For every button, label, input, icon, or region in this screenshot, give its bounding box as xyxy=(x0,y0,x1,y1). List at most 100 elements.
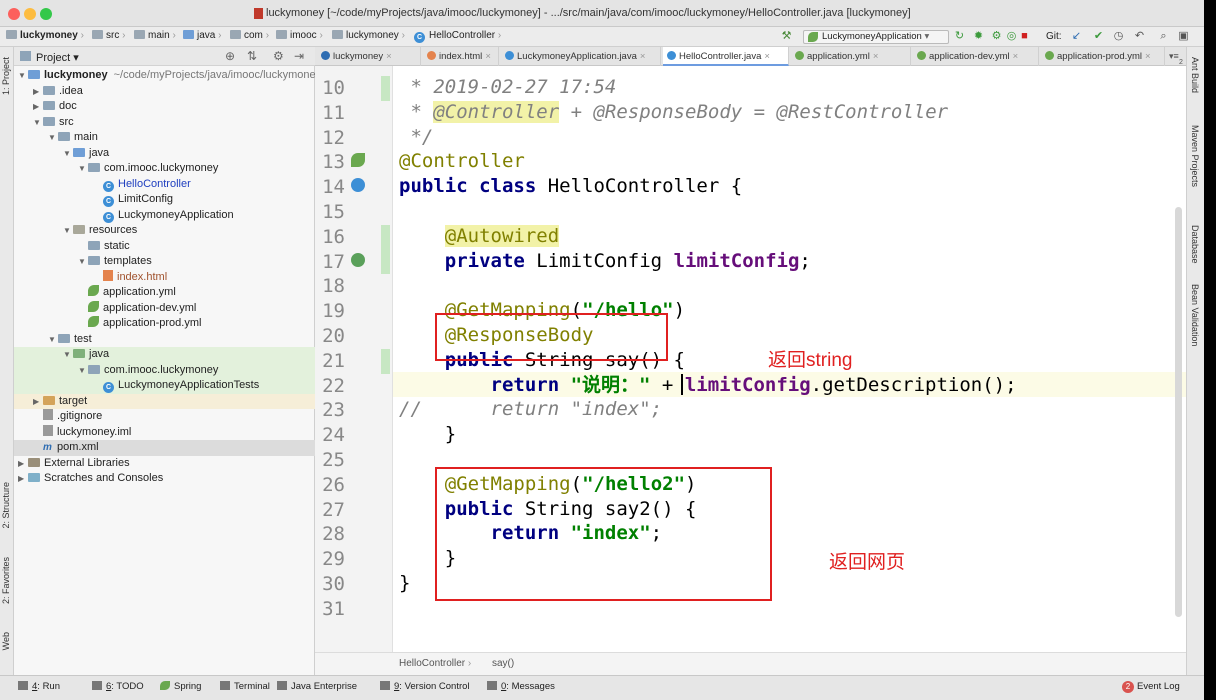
close-tab-icon[interactable]: × xyxy=(640,51,646,62)
editor-tab[interactable]: application-dev.yml × xyxy=(913,47,1039,66)
coverage-icon[interactable]: ⚙ xyxy=(990,30,1003,43)
tree-item[interactable]: ▼ test xyxy=(14,332,315,348)
tool-favorites[interactable]: 2: Favorites xyxy=(1,557,11,604)
expand-arrow-icon[interactable]: ▶ xyxy=(33,394,43,409)
crumb-imooc[interactable]: imooc › xyxy=(276,30,323,41)
collapse-all-icon[interactable]: ⇅ xyxy=(247,49,257,63)
tree-item[interactable]: ▼ templates xyxy=(14,254,315,270)
search-everywhere-icon[interactable]: ⌕ xyxy=(1157,30,1170,43)
code-line[interactable]: private LimitConfig limitConfig; xyxy=(399,249,811,274)
tool-bean-validation[interactable]: Bean Validation xyxy=(1190,284,1200,346)
tree-item[interactable]: application-prod.yml xyxy=(14,316,315,332)
editor-tab[interactable]: HelloController.java × xyxy=(663,47,789,66)
expand-arrow-icon[interactable]: ▼ xyxy=(63,347,73,362)
tree-item[interactable]: index.html xyxy=(14,269,315,286)
git-history-icon[interactable]: ◷ xyxy=(1112,30,1125,43)
expand-arrow-icon[interactable]: ▼ xyxy=(63,223,73,238)
spring-class-icon[interactable] xyxy=(351,178,365,193)
tool-structure[interactable]: 2: Structure xyxy=(1,482,11,529)
tree-item[interactable]: .gitignore xyxy=(14,409,315,425)
locate-target-icon[interactable]: ⊕ xyxy=(225,49,235,63)
expand-arrow-icon[interactable]: ▼ xyxy=(18,68,28,83)
editor-scrollbar[interactable] xyxy=(1175,207,1182,617)
tool-web[interactable]: Web xyxy=(1,632,11,650)
hammer-build-icon[interactable]: ⚒ xyxy=(780,30,793,43)
expand-arrow-icon[interactable]: ▼ xyxy=(48,332,58,347)
expand-arrow-icon[interactable]: ▼ xyxy=(78,363,88,378)
close-tab-icon[interactable]: × xyxy=(1145,51,1151,62)
tree-item[interactable]: m pom.xml xyxy=(14,440,315,456)
rerun-icon[interactable]: ↻ xyxy=(953,30,966,43)
tool-project[interactable]: 1: Project xyxy=(1,57,11,95)
tool-database[interactable]: Database xyxy=(1190,225,1200,264)
tree-item[interactable]: ▼ com.imooc.luckymoney xyxy=(14,362,315,378)
close-window-button[interactable] xyxy=(8,8,20,20)
run-config-select[interactable]: LuckymoneyApplication ▾ xyxy=(803,30,949,44)
breadcrumb-method[interactable]: say() xyxy=(492,658,514,669)
tree-item[interactable]: static xyxy=(14,239,315,255)
tree-item[interactable]: ▶ doc xyxy=(14,99,315,115)
expand-arrow-icon[interactable]: ▼ xyxy=(48,130,58,145)
crumb-hellocontroller[interactable]: C HelloController › xyxy=(414,30,501,43)
tree-item[interactable]: ▼ luckymoney ~/code/myProjects/java/imooc/… xyxy=(14,68,321,84)
editor-tab[interactable]: index.html × xyxy=(423,47,499,66)
code-line[interactable]: * 2019-02-27 17:54 xyxy=(399,75,616,100)
code-line[interactable]: @Autowired xyxy=(399,224,560,249)
tree-item[interactable]: ▼ java xyxy=(14,146,315,162)
window-split-icon[interactable]: ▣ xyxy=(1177,30,1190,43)
crumb-project[interactable]: luckymoney › xyxy=(6,30,84,41)
status-tool-5[interactable]: Java Enterprise xyxy=(277,681,357,692)
tree-item[interactable]: application-dev.yml xyxy=(14,300,315,317)
minimize-window-button[interactable] xyxy=(24,8,36,20)
tree-item[interactable]: ▶ External Libraries xyxy=(14,456,315,472)
expand-arrow-icon[interactable]: ▼ xyxy=(78,161,88,176)
editor-tab[interactable]: luckymoney × xyxy=(317,47,421,66)
close-tab-icon[interactable]: × xyxy=(1013,51,1019,62)
editor-tab[interactable]: application-prod.yml × xyxy=(1041,47,1165,66)
event-log-button[interactable]: 2 Event Log xyxy=(1122,681,1180,693)
code-line[interactable]: */ xyxy=(399,125,433,150)
maximize-window-button[interactable] xyxy=(40,8,52,20)
code-line[interactable]: @Controller xyxy=(399,149,525,174)
status-tool-6[interactable]: 9: Version Control xyxy=(380,681,470,692)
tree-item[interactable]: ▼ com.imooc.luckymoney xyxy=(14,161,315,177)
status-tool-3[interactable]: Spring xyxy=(160,681,201,692)
tree-item[interactable]: ▼ resources xyxy=(14,223,315,239)
expand-arrow-icon[interactable]: ▶ xyxy=(18,456,28,471)
git-update-icon[interactable]: ↙ xyxy=(1070,30,1083,43)
git-commit-icon[interactable]: ✔ xyxy=(1092,30,1105,43)
tree-item[interactable]: ▼ main xyxy=(14,130,315,146)
crumb-com[interactable]: com › xyxy=(230,30,269,41)
crumb-main[interactable]: main › xyxy=(134,30,176,41)
code-line[interactable]: } xyxy=(399,422,456,447)
gear-icon[interactable]: ⚙ xyxy=(273,49,284,63)
expand-arrow-icon[interactable]: ▶ xyxy=(18,471,28,486)
debug-bug-icon[interactable]: ✹ xyxy=(972,30,985,43)
tree-item[interactable]: ▶ Scratches and Consoles xyxy=(14,471,315,487)
project-view-select[interactable]: Project ▾ xyxy=(36,51,79,64)
spring-bean-icon[interactable] xyxy=(351,153,365,168)
status-tool-2[interactable]: 6: TODO xyxy=(92,681,144,692)
code-line[interactable]: // return "index"; xyxy=(399,397,662,422)
editor-tab[interactable]: LuckymoneyApplication.java × xyxy=(501,47,661,66)
crumb-java[interactable]: java › xyxy=(183,30,221,41)
expand-arrow-icon[interactable]: ▼ xyxy=(78,254,88,269)
crumb-luckymoney[interactable]: luckymoney › xyxy=(332,30,405,41)
editor-tab[interactable]: application.yml × xyxy=(791,47,911,66)
crumb-src[interactable]: src › xyxy=(92,30,125,41)
tree-item[interactable]: ▼ src xyxy=(14,115,315,131)
code-line[interactable]: return "说明：" + limitConfig.getDescriptio… xyxy=(399,373,1017,398)
autowired-navigate-icon[interactable] xyxy=(351,252,365,267)
profile-icon[interactable]: ◎ xyxy=(1005,30,1018,43)
tool-maven-projects[interactable]: Maven Projects xyxy=(1190,125,1200,187)
tree-item[interactable]: C LuckymoneyApplication xyxy=(14,208,315,224)
close-tab-icon[interactable]: × xyxy=(764,51,770,62)
git-revert-icon[interactable]: ↶ xyxy=(1133,30,1146,43)
close-tab-icon[interactable]: × xyxy=(485,51,491,62)
status-tool-1[interactable]: 4: Run xyxy=(18,681,60,692)
status-tool-4[interactable]: Terminal xyxy=(220,681,270,692)
tree-item[interactable]: ▼ java xyxy=(14,347,315,363)
hide-panel-icon[interactable]: ⇥ xyxy=(294,49,304,63)
tool-ant-build[interactable]: Ant Build xyxy=(1190,57,1200,93)
tree-item[interactable]: C LimitConfig xyxy=(14,192,315,208)
